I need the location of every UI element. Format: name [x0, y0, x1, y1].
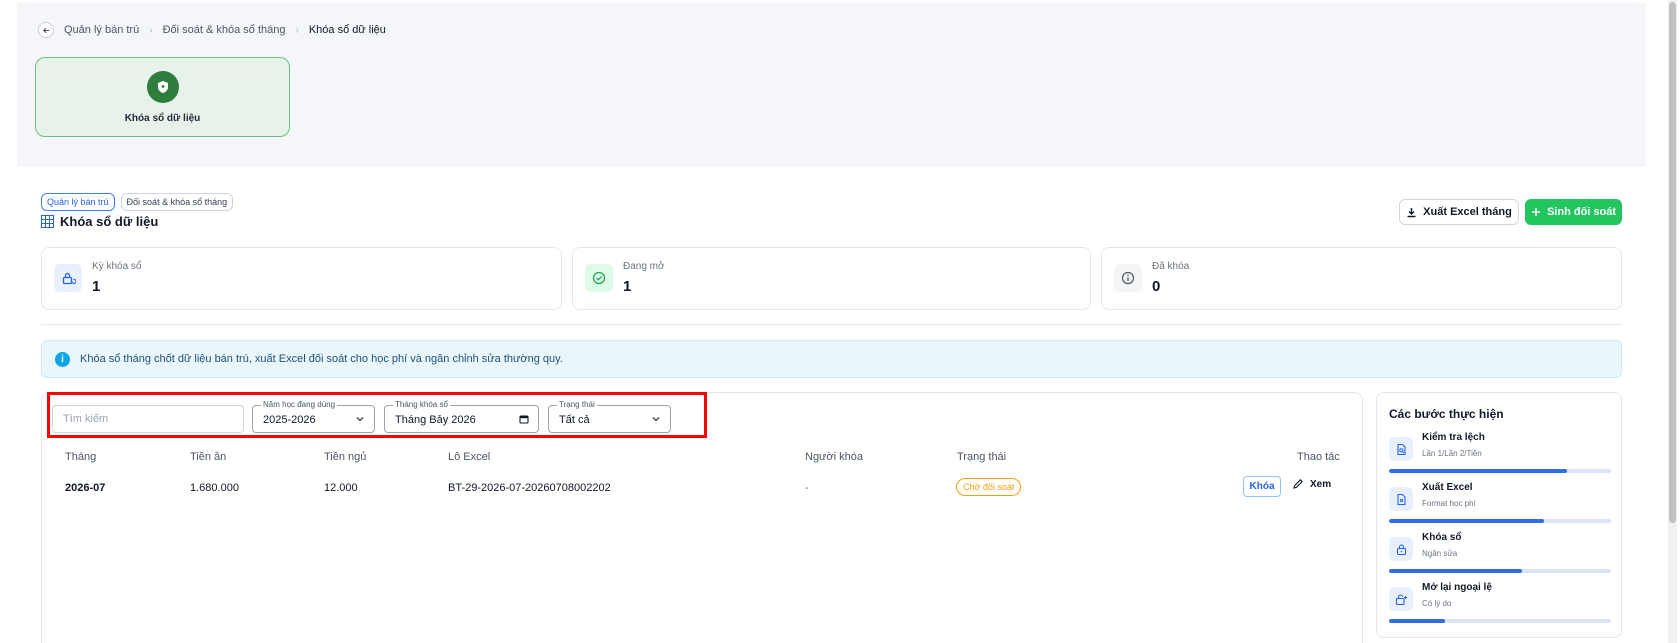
stat-card-open: Đang mở 1	[572, 247, 1091, 310]
tag-boarding[interactable]: Quản lý bán trú	[41, 193, 115, 211]
stat-value: 0	[1152, 278, 1161, 295]
step-subtitle: Format học phí	[1422, 499, 1476, 508]
step-title: Mở lại ngoại lệ	[1422, 582, 1492, 593]
export-excel-label: Xuất Excel tháng	[1423, 206, 1512, 218]
step-progress-track	[1389, 519, 1611, 523]
tag-reconcile[interactable]: Đối soát & khóa sổ tháng	[120, 193, 234, 211]
steps-title: Các bước thực hiện	[1389, 407, 1504, 421]
chevron-right-icon: ›	[295, 24, 299, 36]
pencil-icon	[1293, 479, 1303, 489]
info-icon: i	[55, 351, 70, 367]
scrollbar-thumb[interactable]	[1669, 2, 1676, 523]
unlock-plus-icon	[1389, 587, 1413, 611]
step-subtitle: Ngăn sửa	[1422, 549, 1458, 558]
info-circle-icon	[1114, 264, 1142, 292]
step-check-diff: Kiểm tra lệch Lần 1/Lần 2/Tiền	[1389, 432, 1611, 476]
step-title: Xuất Excel	[1422, 482, 1473, 493]
stat-card-periods: Kỳ khóa sổ 1	[41, 247, 562, 310]
column-header-month: Tháng	[65, 451, 97, 463]
step-progress-fill	[1389, 619, 1445, 623]
info-banner: i Khóa sổ tháng chốt dữ liệu bán trú, xu…	[41, 340, 1622, 378]
page-title-text: Khóa sổ dữ liệu	[60, 214, 159, 229]
stat-value: 1	[623, 278, 632, 295]
breadcrumb-current: Khóa sổ dữ liệu	[308, 24, 386, 36]
arrow-left-icon	[42, 27, 49, 33]
step-subtitle: Lần 1/Lần 2/Tiền	[1422, 449, 1482, 458]
status-badge: Chờ đối soát	[956, 478, 1022, 496]
step-title: Kiểm tra lệch	[1422, 432, 1485, 443]
steps-panel: Các bước thực hiện Kiểm tra lệch Lần 1/L…	[1376, 392, 1622, 638]
check-circle-icon	[585, 264, 613, 292]
cell-excel-batch: BT-29-2026-07-20260708002202	[448, 482, 611, 494]
step-lock-ledger: Khóa sổ Ngăn sửa	[1389, 532, 1611, 576]
filter-highlight-box	[47, 392, 707, 438]
chevron-right-icon: ›	[149, 24, 153, 36]
cell-meal-fee: 1.680.000	[190, 482, 239, 494]
step-progress-track	[1389, 469, 1611, 473]
stat-label: Kỳ khóa sổ	[92, 261, 142, 272]
document-search-icon	[1389, 437, 1413, 461]
view-row-label: Xem	[1310, 478, 1332, 490]
stat-value: 1	[92, 278, 101, 295]
view-row-button[interactable]: Xem	[1292, 478, 1331, 490]
breadcrumb: Quản lý bán trú › Đối soát & khóa sổ thá…	[38, 22, 386, 38]
module-card-data-lock[interactable]: Khóa sổ dữ liệu	[35, 57, 290, 137]
cell-nap-fee: 12.000	[324, 482, 358, 494]
stat-card-locked: Đã khóa 0	[1101, 247, 1622, 310]
lock-row-button[interactable]: Khóa	[1243, 476, 1281, 497]
tag-group: Quản lý bán trú Đối soát & khóa sổ tháng	[41, 193, 234, 211]
info-banner-text: Khóa sổ tháng chốt dữ liệu bán trú, xuất…	[80, 353, 563, 365]
module-card-label: Khóa sổ dữ liệu	[124, 112, 201, 124]
generate-reconcile-label: Sinh đối soát	[1546, 206, 1617, 218]
cell-locked-by: -	[805, 482, 809, 494]
page-title: Khóa sổ dữ liệu	[41, 214, 158, 229]
column-header-locked-by: Người khóa	[805, 451, 863, 463]
step-progress-track	[1389, 619, 1611, 623]
download-icon	[1407, 207, 1416, 217]
lock-icon	[1389, 537, 1413, 561]
step-progress-fill	[1389, 469, 1567, 473]
export-excel-button[interactable]: Xuất Excel tháng	[1399, 199, 1519, 225]
back-button[interactable]	[38, 22, 54, 38]
breadcrumb-item-reconcile[interactable]: Đối soát & khóa sổ tháng	[163, 24, 286, 36]
column-header-status: Trạng thái	[957, 451, 1007, 463]
step-progress-fill	[1389, 569, 1523, 573]
cell-month: 2026-07	[65, 482, 106, 494]
table-grid-icon	[41, 215, 54, 228]
excel-file-icon	[1389, 487, 1413, 511]
plus-icon	[1531, 208, 1540, 216]
column-header-nap-fee: Tiền ngủ	[324, 451, 367, 463]
step-title: Khóa sổ	[1422, 532, 1462, 543]
generate-reconcile-button[interactable]: Sinh đối soát	[1525, 199, 1622, 225]
step-subtitle: Có lý do	[1422, 599, 1452, 608]
lock-refresh-icon	[54, 264, 82, 292]
stat-label: Đang mở	[623, 261, 665, 272]
breadcrumb-item-boarding[interactable]: Quản lý bán trú	[64, 24, 139, 36]
shield-icon	[146, 70, 179, 103]
step-export-excel: Xuất Excel Format học phí	[1389, 482, 1611, 526]
step-progress-fill	[1389, 519, 1545, 523]
column-header-meal-fee: Tiền ăn	[190, 451, 227, 463]
column-header-excel-batch: Lô Excel	[448, 451, 491, 463]
column-header-actions: Thao tác	[1297, 451, 1340, 463]
step-progress-track	[1389, 569, 1611, 573]
stat-label: Đã khóa	[1152, 261, 1190, 272]
step-reopen-exception: Mở lại ngoại lệ Có lý do	[1389, 582, 1611, 626]
section-divider	[41, 324, 1622, 325]
